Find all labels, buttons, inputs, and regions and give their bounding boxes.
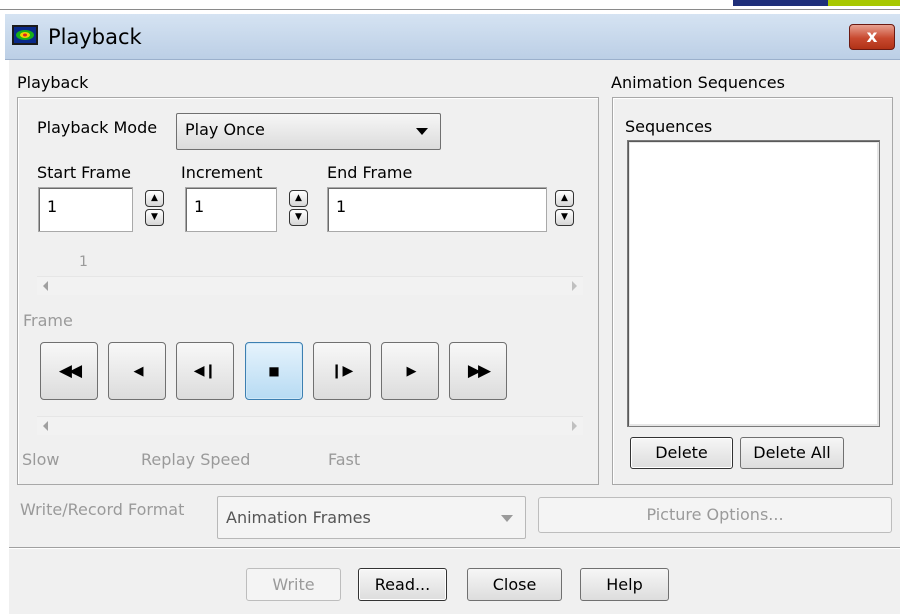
spin-up-icon[interactable]: ▲ [289,190,308,207]
play-reverse-icon: ◀ [133,363,144,379]
close-button[interactable]: Close [467,568,562,601]
increment-input[interactable]: 1 [185,187,277,232]
playback-mode-label: Playback Mode [37,118,158,137]
step-back-icon: ◀❙ [193,363,217,379]
playback-mode-value: Play Once [185,120,265,139]
write-button[interactable]: Write [246,568,341,601]
increment-label: Increment [181,163,263,182]
increment-spinner[interactable]: ▲ ▼ [289,190,308,228]
playback-group-label: Playback [17,73,89,92]
replay-speed-slider[interactable] [37,416,583,435]
end-frame-label: End Frame [327,163,413,182]
spin-down-icon[interactable]: ▼ [289,209,308,226]
scroll-right-icon[interactable] [572,281,577,291]
frame-slider-value: 1 [79,254,88,270]
frame-slider[interactable] [37,276,583,295]
separator [9,547,900,549]
app-icon [12,25,38,45]
write-record-format-value: Animation Frames [226,508,371,527]
delete-all-button[interactable]: Delete All [740,437,844,469]
scroll-left-icon[interactable] [43,281,48,291]
step-back-button[interactable]: ◀❙ [176,342,234,400]
fast-forward-icon: ▶▶ [467,361,491,381]
spin-up-icon[interactable]: ▲ [145,190,164,207]
skip-to-start-button[interactable]: ◀◀ [40,342,98,400]
sequences-label: Sequences [625,117,713,136]
play-reverse-button[interactable]: ◀ [108,342,166,400]
delete-button[interactable]: Delete [630,437,733,469]
step-forward-button[interactable]: ❙▶ [313,342,371,400]
help-button[interactable]: Help [580,568,669,601]
skip-to-end-button[interactable]: ▶▶ [449,342,507,400]
background-strip [0,0,900,14]
write-record-format-dropdown[interactable]: Animation Frames [217,496,526,539]
speed-fast-label: Fast [328,450,361,469]
chevron-down-icon [501,515,513,522]
end-frame-input[interactable]: 1 [327,187,547,232]
start-frame-label: Start Frame [37,163,132,182]
speed-slow-label: Slow [22,450,60,469]
scroll-left-icon[interactable] [43,421,48,431]
end-frame-spinner[interactable]: ▲ ▼ [555,190,574,228]
stop-icon: ■ [268,364,280,378]
frame-label: Frame [23,311,73,330]
read-button[interactable]: Read... [358,568,447,601]
window-title: Playback [48,25,142,49]
start-frame-input[interactable]: 1 [38,187,133,232]
rewind-icon: ◀◀ [58,361,82,381]
play-button[interactable]: ▶ [381,342,439,400]
animation-sequences-group-label: Animation Sequences [611,73,785,92]
stop-button[interactable]: ■ [245,342,303,400]
step-forward-icon: ❙▶ [330,363,354,379]
play-icon: ▶ [406,363,417,379]
spin-down-icon[interactable]: ▼ [555,209,574,226]
scroll-right-icon[interactable] [572,421,577,431]
chevron-down-icon [416,128,428,135]
spin-down-icon[interactable]: ▼ [145,209,164,226]
sequences-list[interactable] [627,140,880,427]
replay-speed-label: Replay Speed [141,450,251,469]
write-record-format-label: Write/Record Format [20,500,185,519]
picture-options-button[interactable]: Picture Options... [538,497,892,533]
start-frame-spinner[interactable]: ▲ ▼ [145,190,164,228]
playback-mode-dropdown[interactable]: Play Once [176,113,441,150]
spin-up-icon[interactable]: ▲ [555,190,574,207]
close-window-button[interactable]: x [849,24,895,50]
